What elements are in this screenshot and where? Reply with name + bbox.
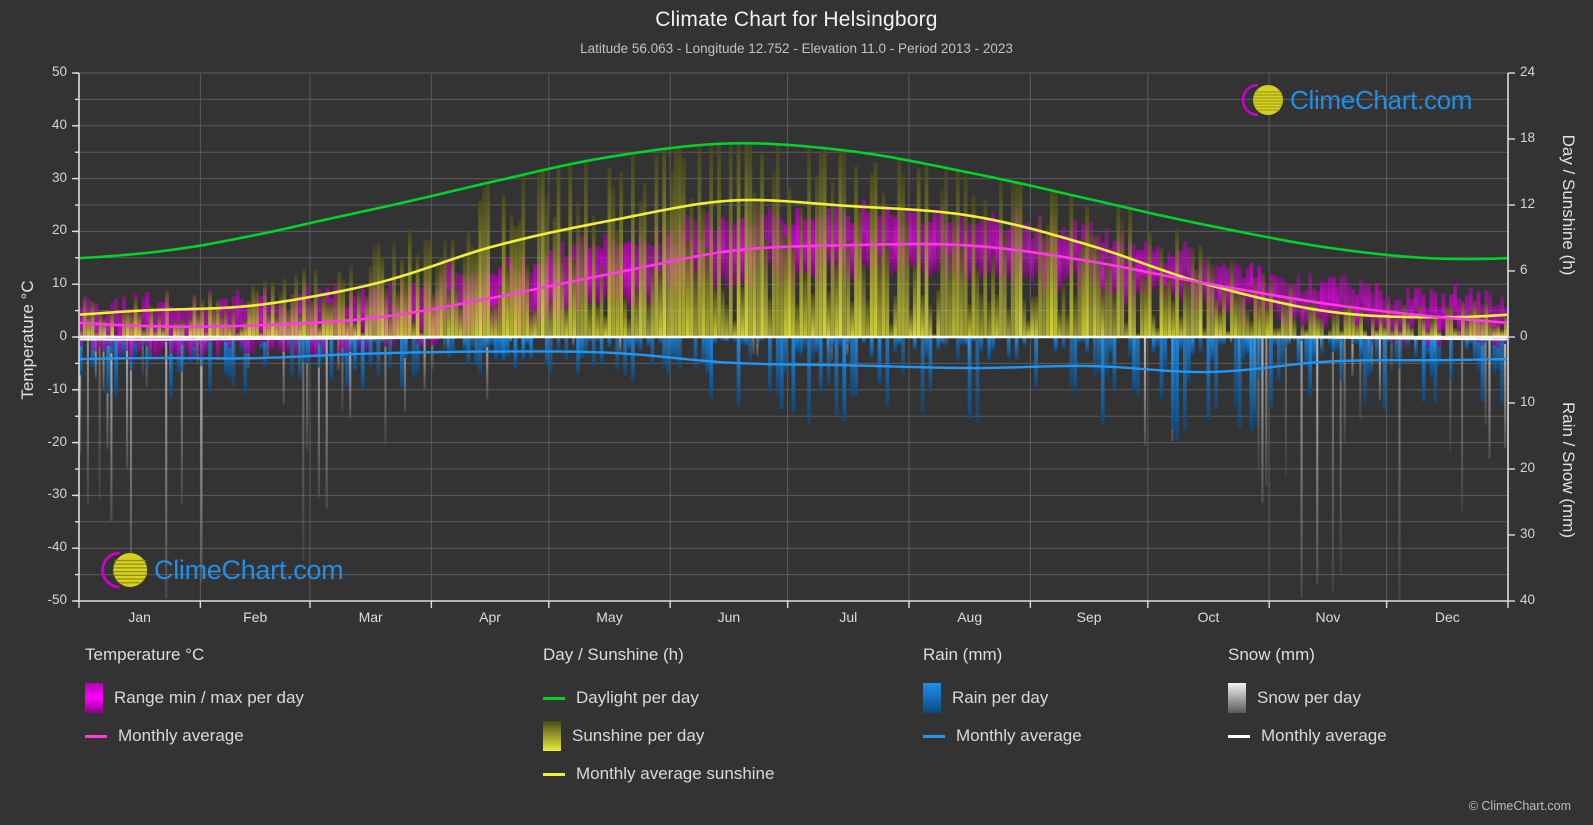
legend-heading: Day / Sunshine (h) bbox=[543, 645, 684, 664]
y-tick-label: 30 bbox=[51, 169, 67, 185]
line-swatch-icon bbox=[923, 734, 945, 738]
line-swatch-icon bbox=[1228, 734, 1250, 738]
y-axis-right-top-title: Day / Sunshine (h) bbox=[1559, 134, 1578, 276]
y-tick-label: 20 bbox=[51, 222, 67, 238]
y2-bottom-tick-label: 40 bbox=[1520, 592, 1536, 607]
line-swatch-icon bbox=[543, 696, 565, 700]
y2-top-tick-label: 24 bbox=[1520, 64, 1536, 79]
month-label-feb: Feb bbox=[243, 609, 268, 625]
y-tick-label: -40 bbox=[47, 539, 67, 555]
y2-bottom-tick-label: 10 bbox=[1520, 394, 1536, 409]
y-tick-label: -20 bbox=[47, 433, 67, 449]
legend-heading: Snow (mm) bbox=[1228, 645, 1315, 664]
y2-top-tick-label: 0 bbox=[1520, 328, 1528, 343]
y-tick-label: -30 bbox=[47, 486, 67, 502]
brand-logo-watermark[interactable]: ClimeChart.com bbox=[92, 548, 344, 592]
month-label-nov: Nov bbox=[1315, 609, 1341, 625]
y-tick-label: -50 bbox=[47, 592, 67, 607]
legend-item[interactable]: Daylight per day bbox=[543, 679, 774, 717]
legend-label: Range min / max per day bbox=[114, 688, 304, 707]
y-tick-label: -10 bbox=[47, 380, 67, 396]
legend-group-rain: Rain (mm) Rain per day Monthly average bbox=[923, 645, 1082, 755]
y2-bottom-tick-label: 30 bbox=[1520, 526, 1536, 541]
legend-item[interactable]: Sunshine per day bbox=[543, 717, 774, 755]
plot-area: Temperature °C Day / Sunshine (h) Rain /… bbox=[0, 0, 1593, 640]
legend-label: Sunshine per day bbox=[572, 726, 705, 745]
sunshine-swatch-icon bbox=[543, 721, 561, 751]
legend-heading: Rain (mm) bbox=[923, 645, 1003, 664]
snow-swatch-icon bbox=[1228, 683, 1246, 713]
legend-item[interactable]: Range min / max per day bbox=[85, 679, 304, 717]
climechart-logo-icon bbox=[92, 548, 162, 592]
rain-swatch-icon bbox=[923, 683, 941, 713]
logo-text: ClimeChart.com bbox=[154, 554, 344, 585]
month-label-mar: Mar bbox=[358, 609, 383, 625]
copyright-text: © ClimeChart.com bbox=[1468, 799, 1571, 813]
legend-label: Monthly average sunshine bbox=[576, 764, 775, 783]
legend-label: Snow per day bbox=[1257, 688, 1361, 707]
legend-label: Monthly average bbox=[1261, 726, 1387, 745]
legend-item[interactable]: Monthly average bbox=[85, 717, 304, 755]
y-axis-right-bottom-title: Rain / Snow (mm) bbox=[1559, 401, 1578, 539]
legend-label: Daylight per day bbox=[576, 688, 699, 707]
line-swatch-icon bbox=[85, 734, 107, 738]
climechart-logo-icon bbox=[1232, 80, 1298, 120]
brand-logo-top[interactable]: ClimeChart.com bbox=[1232, 80, 1472, 120]
y2-top-tick-label: 6 bbox=[1520, 262, 1528, 277]
legend-label: Monthly average bbox=[956, 726, 1082, 745]
chart-legend: Temperature °C Range min / max per day M… bbox=[0, 645, 1593, 825]
legend-item[interactable]: Snow per day bbox=[1228, 679, 1387, 717]
range-swatch-icon bbox=[85, 683, 103, 713]
month-label-jul: Jul bbox=[839, 609, 858, 625]
legend-item[interactable]: Monthly average bbox=[923, 717, 1082, 755]
month-label-jun: Jun bbox=[717, 609, 741, 625]
legend-group-snow: Snow (mm) Snow per day Monthly average bbox=[1228, 645, 1387, 755]
y2-top-tick-label: 12 bbox=[1520, 196, 1536, 211]
month-label-apr: Apr bbox=[479, 609, 501, 625]
legend-item[interactable]: Monthly average sunshine bbox=[543, 755, 774, 793]
legend-item[interactable]: Monthly average bbox=[1228, 717, 1387, 755]
logo-text: ClimeChart.com bbox=[1290, 84, 1473, 115]
legend-item[interactable]: Rain per day bbox=[923, 679, 1082, 717]
y-tick-label: 10 bbox=[51, 275, 67, 291]
y2-top-tick-label: 18 bbox=[1520, 130, 1536, 145]
y-tick-label: 40 bbox=[51, 116, 67, 132]
y2-bottom-tick-label: 20 bbox=[1520, 460, 1536, 475]
legend-label: Rain per day bbox=[952, 688, 1049, 707]
legend-heading: Temperature °C bbox=[85, 645, 205, 664]
month-label-aug: Aug bbox=[957, 609, 983, 625]
month-label-oct: Oct bbox=[1197, 609, 1220, 625]
month-label-sep: Sep bbox=[1076, 609, 1102, 625]
y-tick-label: 0 bbox=[59, 328, 67, 343]
month-label-jan: Jan bbox=[128, 609, 151, 625]
y-tick-label: 50 bbox=[51, 64, 67, 79]
legend-label: Monthly average bbox=[118, 726, 244, 745]
legend-group-day-sunshine: Day / Sunshine (h) Daylight per day Suns… bbox=[543, 645, 774, 793]
month-label-may: May bbox=[596, 609, 623, 625]
month-label-dec: Dec bbox=[1434, 609, 1460, 625]
line-swatch-icon bbox=[543, 772, 565, 776]
legend-group-temperature: Temperature °C Range min / max per day M… bbox=[85, 645, 304, 755]
